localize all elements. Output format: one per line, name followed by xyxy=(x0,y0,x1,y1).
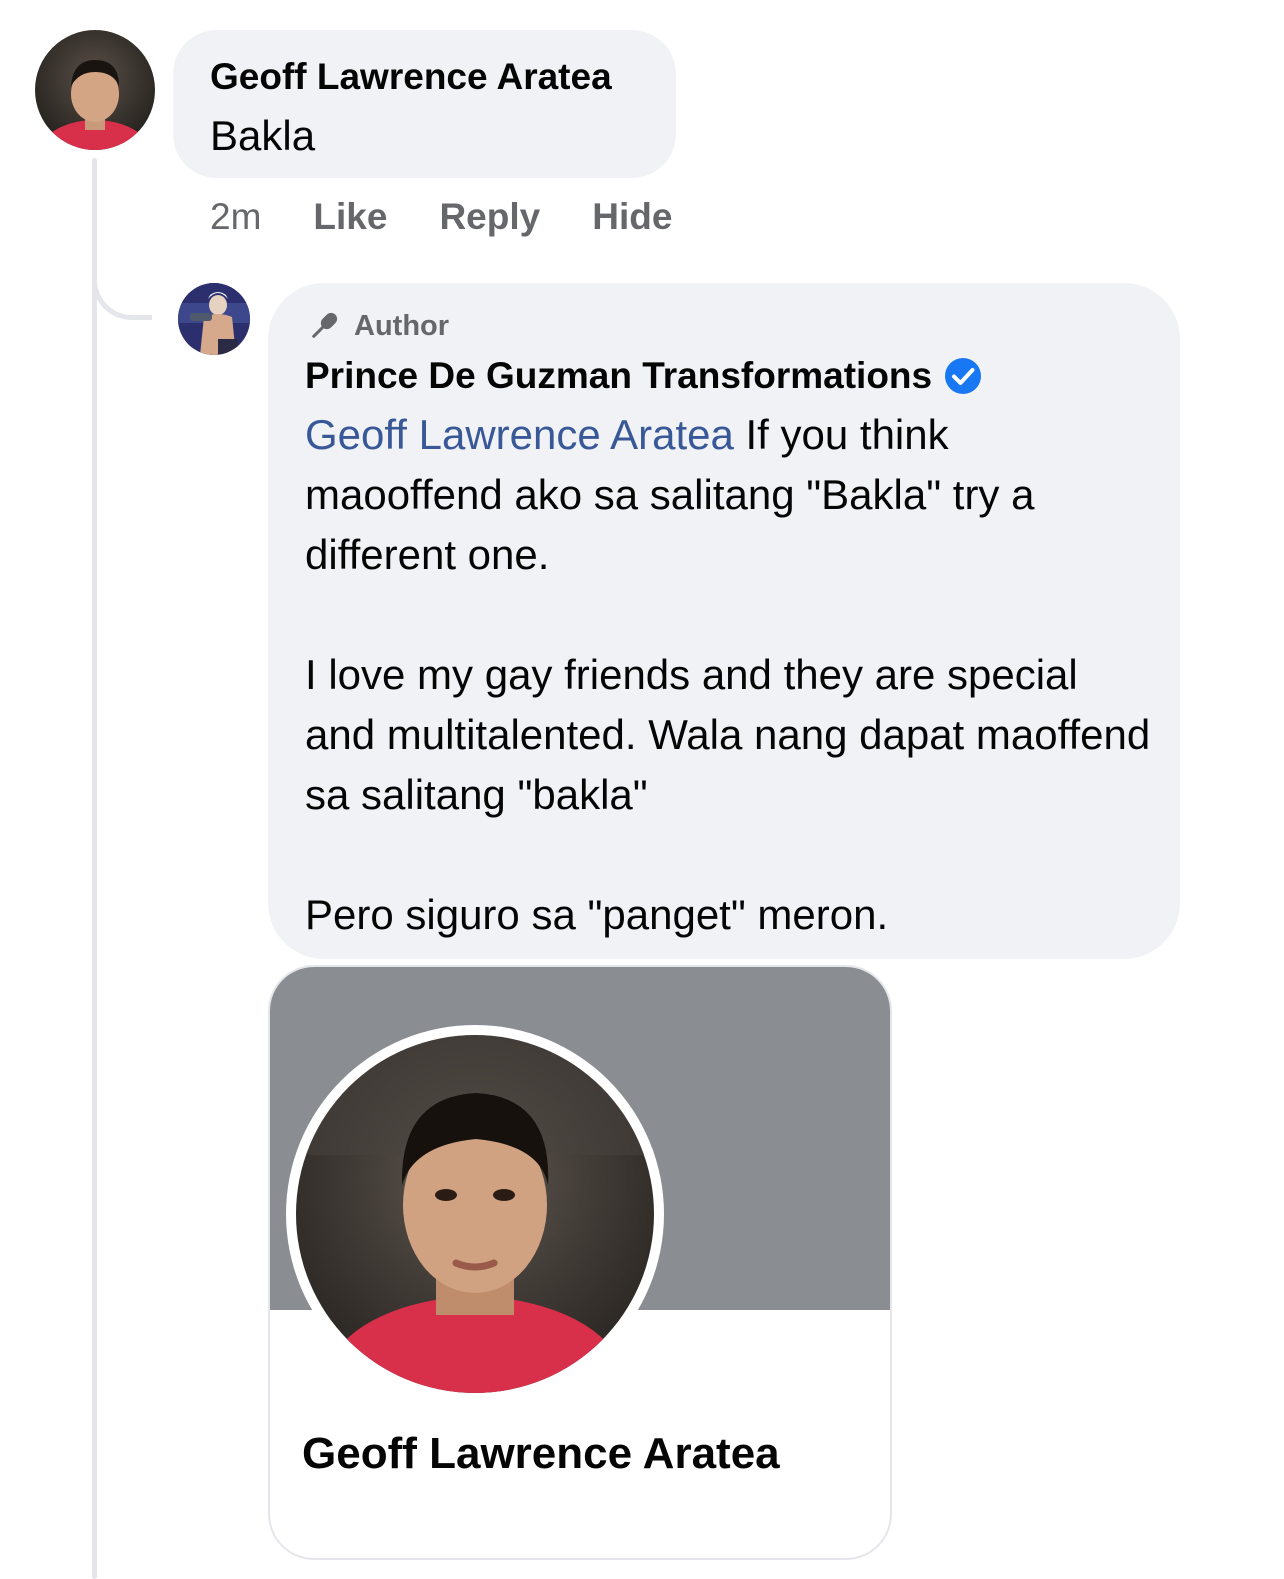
profile-card[interactable]: Geoff Lawrence Aratea xyxy=(268,965,892,1560)
like-button[interactable]: Like xyxy=(313,196,387,238)
reply-paragraph-2: I love my gay friends and they are speci… xyxy=(305,651,1151,818)
profile-photo-icon xyxy=(36,60,154,150)
reply-button[interactable]: Reply xyxy=(439,196,540,238)
reply-text: Geoff Lawrence Aratea If you think maoof… xyxy=(305,405,1155,945)
comment-text: Bakla xyxy=(210,112,316,159)
comment-bubble: Geoff Lawrence Aratea Bakla xyxy=(173,30,676,178)
comment-actions: 2m Like Reply Hide xyxy=(210,192,724,242)
profile-photo-icon xyxy=(296,1035,654,1393)
reply-paragraph-1: Geoff Lawrence Aratea If you think maoof… xyxy=(305,405,1155,585)
author-badge: Author xyxy=(306,308,449,344)
page-profile-photo-icon xyxy=(178,283,250,355)
microphone-icon xyxy=(312,312,338,338)
page-name[interactable]: Prince De Guzman Transformations xyxy=(305,355,932,397)
profile-card-photo xyxy=(296,1035,654,1393)
hide-button[interactable]: Hide xyxy=(592,196,672,238)
profile-card-avatar xyxy=(286,1025,664,1403)
page-name-row: Prince De Guzman Transformations xyxy=(305,355,982,397)
page-avatar[interactable] xyxy=(178,283,250,355)
verified-badge-icon xyxy=(945,358,982,394)
comment-timestamp[interactable]: 2m xyxy=(210,196,261,238)
mention-link[interactable]: Geoff Lawrence Aratea xyxy=(305,411,734,458)
profile-card-name[interactable]: Geoff Lawrence Aratea xyxy=(302,1429,780,1479)
thread-line xyxy=(92,158,97,1579)
comment-author-name[interactable]: Geoff Lawrence Aratea xyxy=(210,56,612,98)
author-badge-label: Author xyxy=(354,309,450,342)
commenter-avatar[interactable] xyxy=(35,30,155,150)
reply-bubble: Author Prince De Guzman Transformations … xyxy=(268,283,1180,959)
reply-thread-connector xyxy=(92,250,152,320)
reply-paragraph-3: Pero siguro sa "panget" meron. xyxy=(305,891,889,938)
